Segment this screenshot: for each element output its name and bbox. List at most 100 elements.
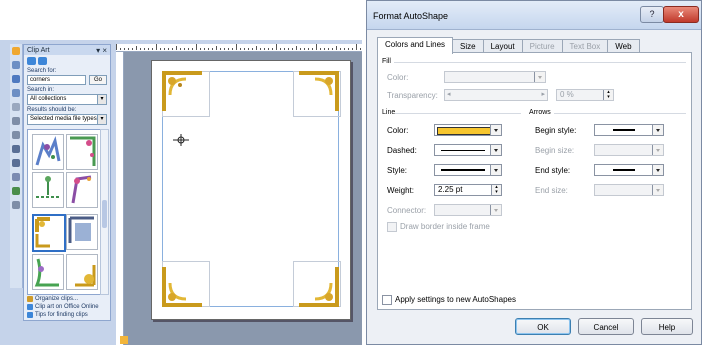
cancel-button[interactable]: Cancel <box>578 318 634 335</box>
connector-select <box>434 204 502 216</box>
clip-art-pane: Clip Art ▾ × Search for: corners Go Sear… <box>23 44 111 321</box>
line-tool-icon[interactable] <box>12 117 20 125</box>
rectangle-tool-icon[interactable] <box>12 159 20 167</box>
ok-button[interactable]: OK <box>515 318 571 335</box>
horizontal-ruler[interactable] <box>116 44 362 52</box>
apply-settings-checkbox[interactable] <box>382 295 392 305</box>
scroll-thumb[interactable] <box>102 200 107 228</box>
ruler-tick <box>140 48 141 50</box>
style-preview <box>441 169 485 171</box>
spinner-icon[interactable]: ▴ ▾ <box>491 185 501 195</box>
ruler-tick <box>116 44 117 50</box>
autoshapes-tool-icon[interactable] <box>12 173 20 181</box>
ruler-tick <box>188 48 189 50</box>
end-size-label: End size: <box>535 186 568 195</box>
corner-ornament-top-right[interactable] <box>297 71 339 113</box>
chevron-down-icon <box>652 145 663 155</box>
clip-thumbnail[interactable] <box>32 134 64 170</box>
chevron-down-icon <box>534 72 545 82</box>
corner-ornament-bottom-left[interactable] <box>162 265 204 307</box>
line-divider <box>395 113 521 114</box>
clip-results-list <box>27 129 101 295</box>
oval-tool-icon[interactable] <box>12 145 20 153</box>
pane-close-icon[interactable]: ▾ × <box>96 46 107 55</box>
apply-settings-label: Apply settings to new AutoShapes <box>395 295 516 304</box>
picture-tool-icon[interactable] <box>12 103 20 111</box>
clip-thumbnail[interactable] <box>66 172 98 208</box>
title-help-button[interactable]: ? <box>640 6 664 23</box>
chevron-down-icon <box>490 145 501 155</box>
clip-art-online-link[interactable]: Clip art on Office Online <box>27 304 99 310</box>
ruler-tick <box>300 48 301 50</box>
ruler-tick <box>228 48 229 50</box>
results-select[interactable]: Selected media file types ▾ <box>27 114 107 125</box>
clip-thumbnail[interactable] <box>66 254 98 290</box>
ruler-tick <box>244 48 245 50</box>
style-select[interactable] <box>434 164 502 176</box>
corner-ornament-bottom-right[interactable] <box>297 265 339 307</box>
table-tool-icon[interactable] <box>12 75 20 83</box>
page-navigation-icon[interactable] <box>120 336 128 344</box>
slider-left-arrow-icon: ◂ <box>447 91 451 98</box>
clip-thumbnail[interactable] <box>66 214 98 250</box>
organize-icon <box>27 296 33 302</box>
document-workspace[interactable] <box>124 52 362 345</box>
help-button[interactable]: Help <box>641 318 693 335</box>
clip-thumbnail[interactable] <box>66 134 98 170</box>
ruler-tick <box>132 48 133 50</box>
go-button[interactable]: Go <box>89 75 107 85</box>
select-tool-icon[interactable] <box>12 47 20 55</box>
wordart-tool-icon[interactable] <box>12 89 20 97</box>
hot-spot-tool-icon[interactable] <box>12 187 20 195</box>
clip-thumbnail[interactable] <box>32 254 64 290</box>
ruler-tick <box>328 48 329 50</box>
publication-page[interactable] <box>151 60 351 320</box>
dashed-select[interactable] <box>434 144 502 156</box>
corner-ornament-top-left[interactable] <box>162 71 204 113</box>
colors-and-lines-panel: Fill Color: Transparency: ◂ ▸ 0 % ▴ ▾ Lin… <box>377 52 692 310</box>
ruler-tick <box>156 44 157 50</box>
begin-style-select[interactable] <box>594 124 664 136</box>
style-label: Style: <box>387 166 408 175</box>
dialog-tabs: Colors and Lines Size Layout Picture Tex… <box>377 37 640 54</box>
ruler-tick <box>276 44 277 50</box>
form-control-tool-icon[interactable] <box>12 201 20 209</box>
tips-link[interactable]: Tips for finding clips <box>27 312 99 318</box>
ruler-tick <box>148 48 149 50</box>
chevron-down-icon <box>490 125 501 135</box>
clip-results-scrollbar[interactable] <box>100 129 109 295</box>
ruler-tick <box>284 48 285 50</box>
ruler-tick <box>196 44 197 50</box>
clip-thumbnail-selected[interactable] <box>32 214 66 252</box>
text-box-tool-icon[interactable] <box>12 61 20 69</box>
close-button[interactable]: x <box>663 6 699 23</box>
line-color-select[interactable] <box>434 124 502 136</box>
ruler-tick <box>288 48 289 50</box>
end-style-preview <box>613 169 635 171</box>
search-input[interactable]: corners <box>27 75 86 85</box>
ruler-tick <box>120 48 121 50</box>
arrow-tool-icon[interactable] <box>12 131 20 139</box>
publisher-window: Clip Art ▾ × Search for: corners Go Sear… <box>0 0 362 345</box>
back-icon[interactable] <box>27 57 36 65</box>
ruler-tick <box>336 46 337 50</box>
vertical-ruler[interactable] <box>116 52 124 345</box>
dashed-label: Dashed: <box>387 146 417 155</box>
transparency-value: 0 % <box>560 90 574 99</box>
tab-colors-and-lines[interactable]: Colors and Lines <box>377 37 454 54</box>
ruler-tick <box>320 48 321 50</box>
results-label: Results should be: <box>27 107 77 113</box>
ruler-tick <box>184 48 185 50</box>
chevron-down-icon: ▾ <box>97 95 106 104</box>
forward-icon[interactable] <box>38 57 47 65</box>
ruler-tick <box>316 44 317 50</box>
search-in-label: Search in: <box>27 87 55 93</box>
ruler-tick <box>312 48 313 50</box>
fill-color-select <box>444 71 546 83</box>
end-style-select[interactable] <box>594 164 664 176</box>
weight-input[interactable]: 2.25 pt ▴ ▾ <box>434 184 502 196</box>
organize-clips-link[interactable]: Organize clips... <box>27 296 99 302</box>
ruler-tick <box>176 46 177 50</box>
clip-thumbnail[interactable] <box>32 172 64 208</box>
search-in-select[interactable]: All collections ▾ <box>27 94 107 105</box>
